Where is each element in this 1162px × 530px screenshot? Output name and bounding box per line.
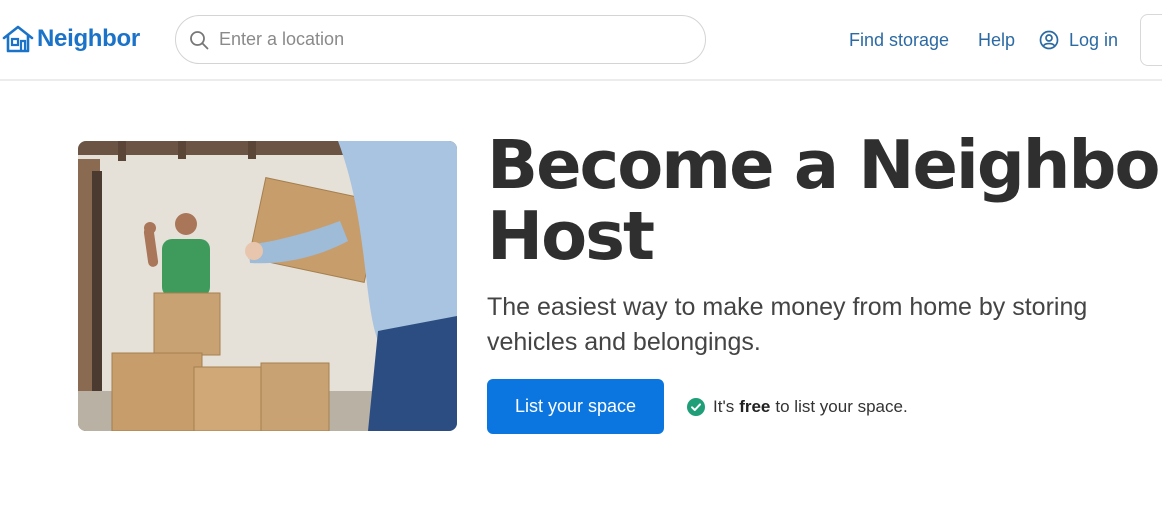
nav-help-link[interactable]: Help [978, 29, 1015, 51]
free-listing-note: It's free to list your space. [687, 397, 908, 417]
free-note-prefix: It's [713, 397, 735, 416]
free-note-emphasis: free [739, 397, 771, 416]
hero-subtitle: The easiest way to make money from home … [487, 293, 1088, 356]
user-circle-icon [1039, 30, 1059, 50]
logo-text: Neighbor [37, 25, 140, 52]
hero-image [78, 141, 457, 431]
location-search-input[interactable] [217, 28, 661, 51]
page-title: Become a Neighbor Host [487, 130, 1162, 272]
list-your-space-button[interactable]: List your space [487, 379, 664, 434]
check-circle-icon [687, 398, 705, 416]
location-search-bar[interactable] [175, 15, 706, 64]
header-menu-button[interactable] [1140, 14, 1162, 66]
nav-find-storage-link[interactable]: Find storage [849, 29, 949, 51]
moving-boxes-photo [78, 141, 457, 431]
nav-login-link[interactable]: Log in [1039, 29, 1118, 51]
free-note-suffix: to list your space. [775, 397, 908, 416]
title-line-1: Become a Neighbor [487, 126, 1162, 204]
neighbor-logo[interactable]: Neighbor [2, 24, 140, 54]
top-header: Neighbor Find storage Help Log in [0, 0, 1162, 81]
login-label: Log in [1069, 30, 1119, 50]
house-icon [2, 25, 34, 53]
title-line-2: Host [487, 197, 655, 275]
search-icon [190, 30, 209, 49]
